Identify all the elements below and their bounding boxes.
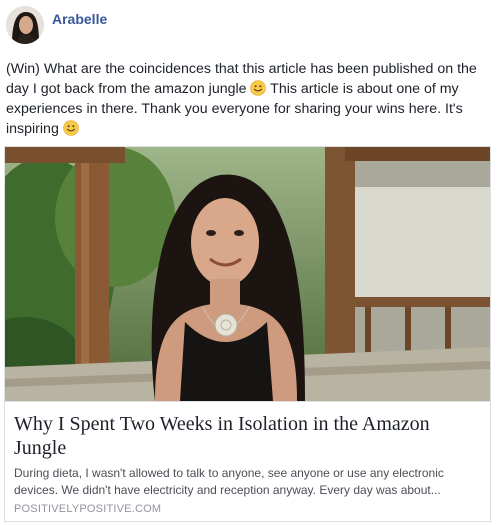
smiley-face-icon (62, 120, 79, 136)
jungle-photo-icon (5, 147, 490, 401)
link-domain: POSITIVELYPOSITIVE.COM (14, 503, 162, 515)
avatar-photo-icon (6, 6, 44, 44)
post-text: (Win) What are the coincidences that thi… (6, 59, 492, 139)
link-preview-image[interactable] (5, 147, 490, 401)
link-preview-card[interactable]: Why I Spent Two Weeks in Isolation in th… (4, 146, 491, 522)
facebook-post: Arabelle (Win) What are the coincidences… (0, 0, 500, 525)
author-name[interactable]: Arabelle (52, 11, 107, 27)
smiley-face-icon (250, 80, 267, 96)
link-title[interactable]: Why I Spent Two Weeks in Isolation in th… (14, 412, 480, 460)
link-preview-body[interactable]: Why I Spent Two Weeks in Isolation in th… (5, 401, 490, 521)
avatar[interactable] (6, 6, 44, 44)
link-description: During dieta, I wasn't allowed to talk t… (14, 466, 444, 497)
